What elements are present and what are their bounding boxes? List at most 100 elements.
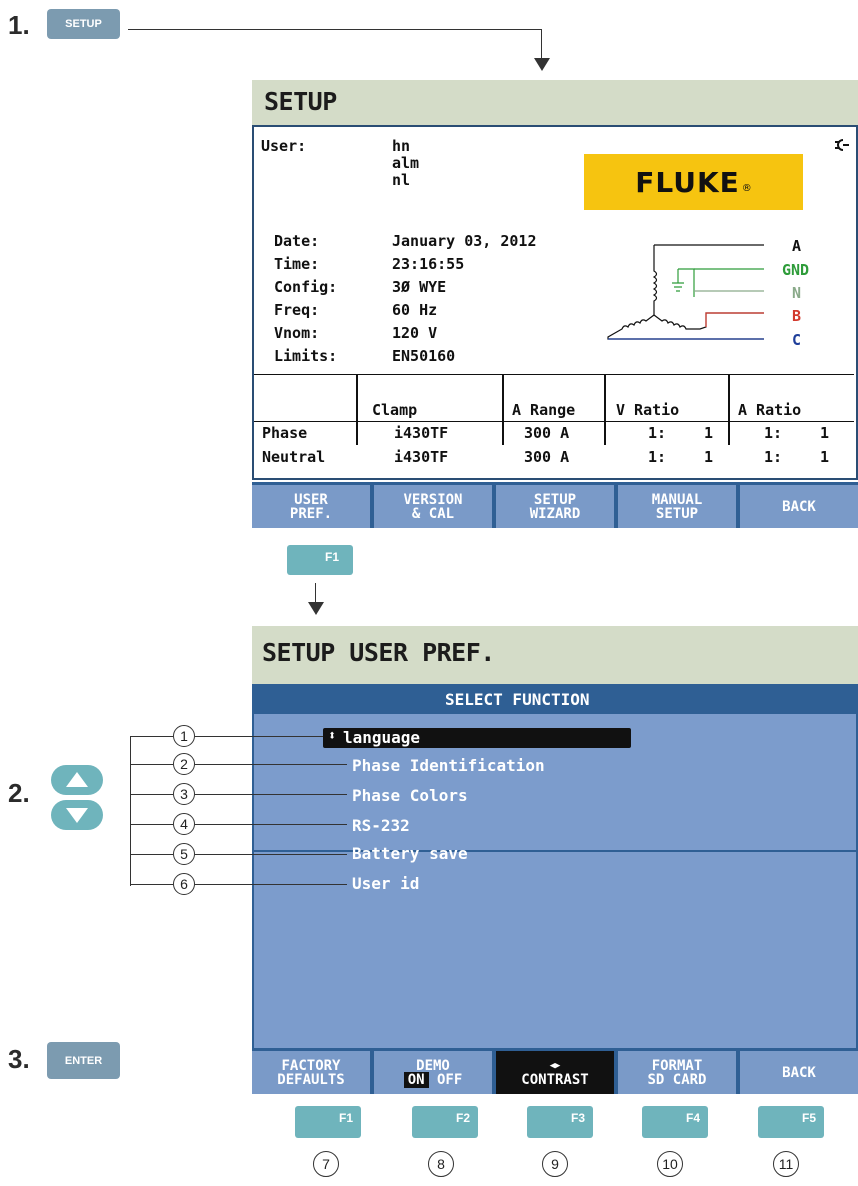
softkey-contrast[interactable]: ◀▶ CONTRAST [496, 1051, 614, 1094]
table-header: V Ratio [616, 401, 680, 419]
table-cell: 1: [764, 424, 783, 442]
softkey-factory-defaults[interactable]: FACTORY DEFAULTS [252, 1051, 370, 1094]
f3-key-button[interactable]: F3 [527, 1106, 593, 1138]
table-cell: 1: [648, 424, 667, 442]
softkey-setup-wizard[interactable]: SETUP WIZARD [496, 485, 614, 528]
menu-item-phase-identification[interactable]: Phase Identification [352, 756, 545, 775]
enter-key-button[interactable]: ENTER [47, 1042, 120, 1079]
callout-line [195, 854, 347, 855]
softkey-label: VERSION [403, 491, 463, 508]
config-value: 3Ø WYE [392, 278, 447, 296]
callout-bracket [130, 736, 131, 886]
callout-number: 7 [313, 1151, 339, 1177]
softkey-label: SETUP [655, 505, 699, 522]
arrow-up-key-icon[interactable] [51, 765, 103, 795]
softkey-user-pref[interactable]: USER PREF. [252, 485, 370, 528]
softkey-label: USER [294, 491, 328, 508]
table-col-divider [356, 375, 358, 445]
softkey-label: BACK [782, 1064, 816, 1081]
connector-line [541, 29, 542, 61]
callout-line [130, 854, 173, 855]
table-cell: 1 [820, 424, 830, 442]
menu-item-user-id[interactable]: User id [352, 874, 419, 893]
softkey-label: SETUP [533, 491, 577, 508]
setup-info-panel: User: hn alm nl FLUKE ® Date: January 03… [252, 125, 858, 480]
table-cell: 1 [704, 424, 714, 442]
menu-item-battery-save[interactable]: Battery save [352, 844, 468, 863]
callout-number: 4 [173, 813, 195, 835]
softkey-format-sd-card[interactable]: FORMAT SD CARD [618, 1051, 736, 1094]
f4-key-button[interactable]: F4 [642, 1106, 708, 1138]
registered-mark: ® [741, 182, 752, 194]
limits-label: Limits: [274, 347, 338, 365]
softkey-label: WIZARD [529, 505, 581, 522]
pref-screen-title: SETUP USER PREF. [262, 638, 495, 667]
softkey-label: FACTORY [281, 1057, 341, 1074]
f5-key-button[interactable]: F5 [758, 1106, 824, 1138]
table-cell: 1 [704, 448, 714, 466]
softkey-demo[interactable]: DEMO ON OFF [374, 1051, 492, 1094]
softkey-manual-setup[interactable]: MANUAL SETUP [618, 485, 736, 528]
date-value: January 03, 2012 [392, 232, 537, 250]
table-cell: i430TF [394, 424, 449, 442]
table-header: A Range [512, 401, 576, 419]
arrow-down-icon [308, 602, 324, 615]
f1-key-button[interactable]: F1 [287, 545, 353, 575]
softkey-label: & CAL [411, 505, 455, 522]
table-cell: Phase [262, 424, 308, 442]
callout-line [130, 794, 173, 795]
callout-line [195, 794, 347, 795]
menu-item-language[interactable]: language [343, 728, 420, 747]
fluke-logo-text: FLUKE [635, 165, 740, 199]
vnom-value: 120 V [392, 324, 438, 342]
select-function-header: SELECT FUNCTION [445, 690, 590, 709]
demo-off-option: OFF [437, 1071, 463, 1088]
connector-line [128, 29, 542, 30]
user-line: alm [392, 154, 420, 172]
callout-line [130, 736, 173, 737]
softkey-version-cal[interactable]: VERSION & CAL [374, 485, 492, 528]
f2-key-button[interactable]: F2 [412, 1106, 478, 1138]
wire-label-gnd: GND [782, 261, 810, 279]
callout-number: 9 [542, 1151, 568, 1177]
softkey-label: MANUAL [651, 491, 703, 508]
freq-value: 60 Hz [392, 301, 438, 319]
callout-number: 5 [173, 843, 195, 865]
softkey-label: CONTRAST [521, 1071, 589, 1088]
table-cell: Neutral [262, 448, 326, 466]
menu-item-phase-colors[interactable]: Phase Colors [352, 786, 468, 805]
table-cell: 300 A [524, 448, 570, 466]
softkey-back[interactable]: BACK [740, 1051, 858, 1094]
table-cell: 300 A [524, 424, 570, 442]
callout-line [195, 884, 347, 885]
softkey-label: BACK [782, 498, 816, 515]
function-list-area-lower [252, 852, 858, 1050]
table-col-divider [502, 375, 504, 445]
setup-title-bar [252, 80, 858, 125]
callout-number: 3 [173, 783, 195, 805]
wye-wiring-diagram [607, 244, 764, 340]
setup-key-button[interactable]: SETUP [47, 9, 120, 39]
table-header: Clamp [372, 401, 418, 419]
softkey-back[interactable]: BACK [740, 485, 858, 528]
table-cell: 1: [764, 448, 783, 466]
f1-key-button[interactable]: F1 [295, 1106, 361, 1138]
menu-item-rs232[interactable]: RS-232 [352, 816, 410, 835]
wire-label-c: C [792, 331, 802, 349]
table-cell: 1 [820, 448, 830, 466]
arrow-down-key-icon[interactable] [51, 800, 103, 830]
softkey-label: DEFAULTS [277, 1071, 345, 1088]
demo-on-option: ON [403, 1071, 429, 1088]
pref-softkey-bar: FACTORY DEFAULTS DEMO ON OFF ◀▶ CONTRAST F… [252, 1048, 858, 1094]
step-2-number: 2. [8, 778, 30, 808]
left-right-icon: ◀▶ [549, 1060, 561, 1071]
user-line: nl [392, 171, 411, 189]
date-label: Date: [274, 232, 320, 250]
setup-softkey-bar: USER PREF. VERSION & CAL SETUP WIZARD MANUA… [252, 482, 858, 528]
user-line: hn [392, 137, 411, 155]
callout-line [195, 764, 347, 765]
callout-number: 2 [173, 753, 195, 775]
fluke-logo: FLUKE ® [584, 154, 803, 210]
callout-line [195, 736, 323, 737]
wire-label-a: A [792, 237, 802, 255]
